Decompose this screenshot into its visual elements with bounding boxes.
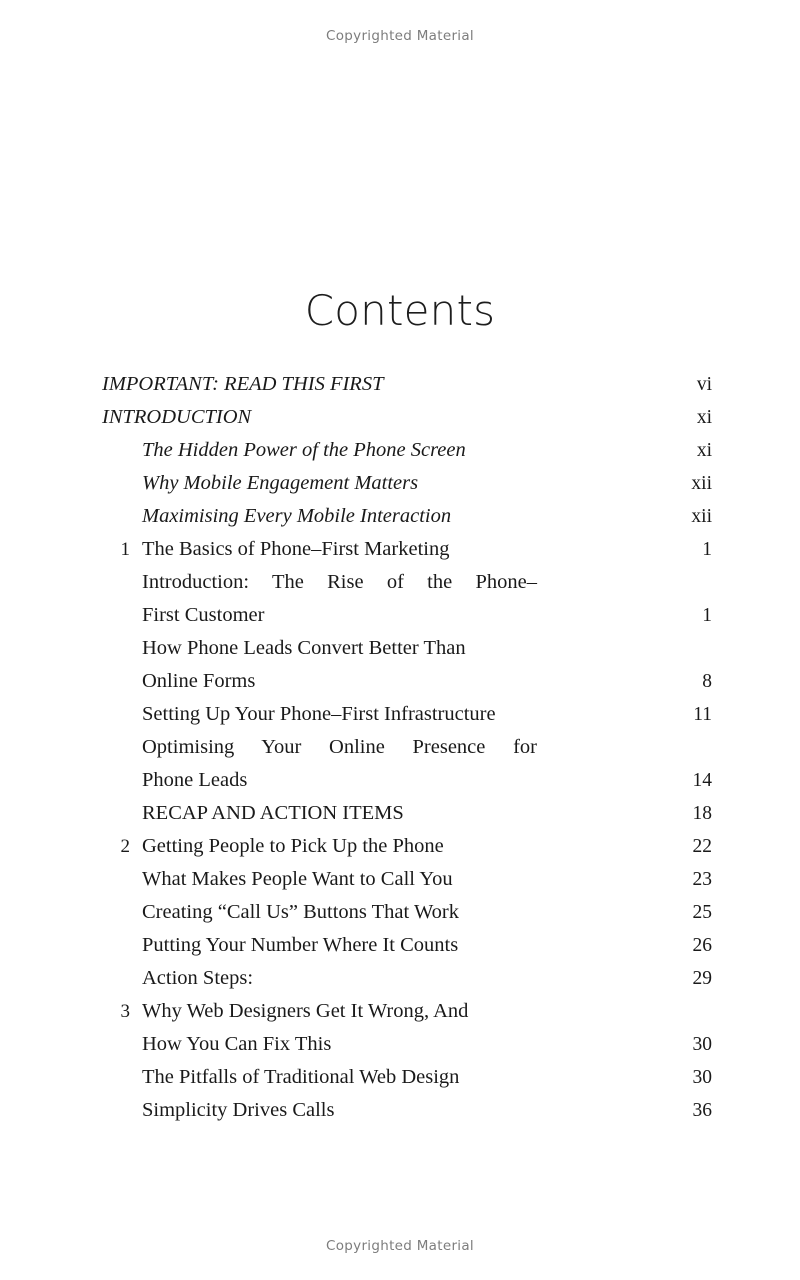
toc-page-number: 1 [702,539,712,560]
toc-chapter-number: 3 [120,1001,131,1022]
toc-entry[interactable]: RECAP AND ACTION ITEMS 18 [102,797,712,830]
toc-entry[interactable]: Maximising Every Mobile Interaction xii [102,500,712,533]
toc-page-number: vi [696,374,712,395]
toc-entry[interactable]: How You Can Fix This 30 [102,1028,712,1061]
toc-entry-title[interactable]: Putting Your Number Where It Counts [142,929,458,962]
toc-entry-title[interactable]: Creating “Call Us” Buttons That Work [142,896,459,929]
toc-page-number: 30 [692,1067,713,1088]
toc-entry[interactable]: Creating “Call Us” Buttons That Work 25 [102,896,712,929]
toc-entry[interactable]: 1 The Basics of Phone–First Marketing 1 [102,533,713,566]
toc-chapter-number: 2 [120,836,131,857]
toc-entry-title[interactable]: First Customer [142,599,264,632]
toc-entry[interactable]: IMPORTANT: READ THIS FIRST vi [102,368,712,401]
toc-page-number: 26 [692,935,713,956]
toc-entry-title[interactable]: How Phone Leads Convert Better Than [142,632,466,665]
toc-page-number: xi [696,440,712,461]
toc-entry-title[interactable]: Setting Up Your Phone–First Infrastructu… [142,698,496,731]
toc-entry[interactable]: Optimising Your Online Presence for [102,731,712,764]
toc-entry-title[interactable]: The Hidden Power of the Phone Screen [142,434,466,467]
toc-entry-title[interactable]: Introduction: The Rise of the Phone– [142,566,537,599]
toc-entry-title[interactable]: How You Can Fix This [142,1028,331,1061]
toc-page-number: xii [691,506,712,527]
toc-entry[interactable]: Putting Your Number Where It Counts 26 [102,929,712,962]
toc-page-number: 1 [702,605,712,626]
toc-entry-title[interactable]: Getting People to Pick Up the Phone [142,830,444,863]
toc-page-number: 22 [692,836,713,857]
toc-entry-title[interactable]: Online Forms [142,665,255,698]
toc-entry-title[interactable]: The Pitfalls of Traditional Web Design [142,1061,459,1094]
toc-page-number: 8 [702,671,712,692]
toc-entry-title[interactable]: Why Mobile Engagement Matters [142,467,418,500]
page-title: Contents [304,286,496,336]
toc-entry[interactable]: The Hidden Power of the Phone Screen xi [102,434,712,467]
toc-entry-title[interactable]: RECAP AND ACTION ITEMS [142,797,404,830]
toc-page-number: xii [691,473,712,494]
toc-entry-title[interactable]: Action Steps: [142,962,253,995]
toc-page-number: 11 [693,704,712,725]
toc-entry[interactable]: 2 Getting People to Pick Up the Phone 22 [102,830,713,863]
toc-entry[interactable]: Simplicity Drives Calls 36 [102,1094,712,1127]
running-head-copyright: Copyrighted Material [326,28,474,44]
toc-page-number: 25 [692,902,713,923]
toc-entry-title[interactable]: The Basics of Phone–First Marketing [142,533,449,566]
toc-entry-title[interactable]: Phone Leads [142,764,247,797]
toc-entry[interactable]: Setting Up Your Phone–First Infrastructu… [102,698,712,731]
toc-entry[interactable]: What Makes People Want to Call You 23 [102,863,712,896]
toc-chapter-number: 1 [120,539,131,560]
toc-entry[interactable]: How Phone Leads Convert Better Than [102,632,712,665]
toc-page-number: 18 [692,803,713,824]
toc-page-number: 14 [692,770,713,791]
toc-entry[interactable]: Online Forms 8 [102,665,712,698]
toc-entry[interactable]: Why Mobile Engagement Matters xii [102,467,712,500]
toc-entry[interactable]: Phone Leads 14 [102,764,712,797]
toc-entry[interactable]: INTRODUCTION xi [102,401,712,434]
toc-page-number: 36 [692,1100,713,1121]
toc-entry[interactable]: First Customer 1 [102,599,712,632]
toc-page-number: 30 [692,1034,713,1055]
toc-entry-title[interactable]: What Makes People Want to Call You [142,863,453,896]
toc-entry[interactable]: Introduction: The Rise of the Phone– [102,566,712,599]
toc-entry-title[interactable]: IMPORTANT: READ THIS FIRST [102,368,383,401]
toc-entry[interactable]: 3 Why Web Designers Get It Wrong, And [102,995,712,1028]
toc-entry-title[interactable]: Why Web Designers Get It Wrong, And [142,995,468,1028]
toc-page-number: 23 [692,869,713,890]
toc-entry-title[interactable]: INTRODUCTION [102,401,251,434]
toc-entry[interactable]: Action Steps: 29 [102,962,712,995]
running-foot-copyright: Copyrighted Material [326,1238,474,1254]
toc-entry-title[interactable]: Simplicity Drives Calls [142,1094,334,1127]
toc-entry-title[interactable]: Maximising Every Mobile Interaction [142,500,451,533]
toc-entry[interactable]: The Pitfalls of Traditional Web Design 30 [102,1061,712,1094]
toc-page-number: xi [696,407,712,428]
toc-entry-title[interactable]: Optimising Your Online Presence for [142,731,537,764]
toc-page-number: 29 [692,968,713,989]
table-of-contents: IMPORTANT: READ THIS FIRST vi INTRODUCTION… [102,368,712,1127]
